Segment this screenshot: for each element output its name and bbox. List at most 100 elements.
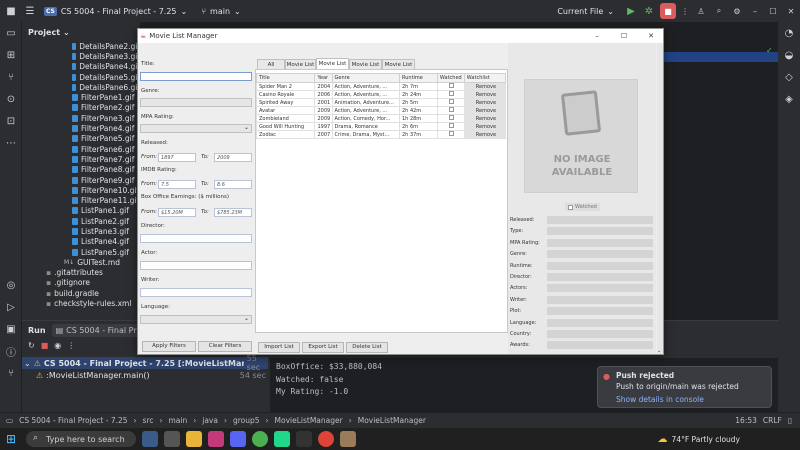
pycharm-icon[interactable] (274, 431, 290, 447)
database-icon[interactable]: ◒ (778, 44, 800, 66)
director-input[interactable] (140, 234, 252, 243)
imdb-from-input[interactable]: 7.5 (158, 180, 196, 189)
watched-toggle[interactable]: Watched (565, 203, 600, 211)
box-to-input[interactable]: $785.23M (214, 208, 252, 217)
tab-movie-list-2[interactable]: Movie List 2 (316, 58, 349, 77)
taskbar-search[interactable]: ⌕ Type here to search (26, 431, 136, 447)
remove-button[interactable]: Remove (463, 130, 507, 139)
table-row[interactable]: Zodiac 2007 Crime, Drama, Myst... 2h 37m Rem… (255, 130, 507, 139)
genre-select[interactable] (140, 98, 252, 107)
clear-filters-button[interactable]: Clear Filters (198, 341, 252, 352)
scroll-down-icon[interactable]: ⌄ (657, 348, 661, 354)
export-list-button[interactable]: Export List (302, 342, 344, 353)
tab-movie-list-1[interactable]: Movie List 1 (285, 59, 316, 78)
file-explorer-icon[interactable] (186, 431, 202, 447)
java-app-icon[interactable] (340, 431, 356, 447)
run-tab[interactable]: Run (28, 326, 46, 335)
file-item[interactable]: FilterPane11.gif (72, 195, 140, 205)
delete-list-button[interactable]: Delete List (346, 342, 388, 353)
table-row[interactable]: Good Will Hunting 1997 Drama, Romance 2h 6m… (255, 122, 507, 131)
remove-button[interactable]: Remove (463, 90, 507, 99)
box-from-input[interactable]: $15.20M (158, 208, 196, 217)
mpa-select[interactable]: ⌄ (140, 124, 252, 133)
breadcrumb-3[interactable]: java (202, 416, 218, 425)
notifications-icon[interactable]: ◔ (778, 22, 800, 44)
tab-all-movies[interactable]: All Movies (257, 59, 285, 78)
git-icon[interactable]: ⑂ (0, 362, 22, 384)
notification-link[interactable]: Show details in console (616, 395, 765, 404)
plugins-icon[interactable]: ⊡ (0, 110, 22, 132)
breadcrumb-2[interactable]: main (169, 416, 188, 425)
file-item[interactable]: ListPane1.gif (72, 206, 140, 216)
minimize-icon[interactable]: – (585, 32, 609, 40)
ai-assistant-icon[interactable]: ◈ (778, 88, 800, 110)
window-scrollbar[interactable]: ⌄ (657, 43, 663, 354)
file-item[interactable]: ▪ checkstyle-rules.xml (46, 298, 140, 308)
file-item[interactable]: ▪ .gitattributes (46, 268, 140, 278)
breadcrumb-6[interactable]: MovieListManager (358, 416, 426, 425)
language-select[interactable]: ⌄ (140, 315, 252, 324)
chrome-icon[interactable] (252, 431, 268, 447)
remove-button[interactable]: Remove (463, 122, 507, 131)
title-input[interactable] (140, 72, 252, 81)
inspection-check-icon[interactable]: ✓ (766, 46, 773, 55)
tab-movie-list-4[interactable]: Movie List 4 (382, 59, 415, 78)
more-icon[interactable]: ⋮ (67, 341, 75, 355)
cursor-position[interactable]: 16:53 (735, 416, 757, 425)
close-icon[interactable]: ✕ (639, 32, 663, 40)
column-header[interactable]: Watchlist (463, 73, 507, 83)
discord-icon[interactable] (230, 431, 246, 447)
terminal-app-icon[interactable] (296, 431, 312, 447)
maximize-icon[interactable]: ☐ (764, 7, 782, 16)
breadcrumb-0[interactable]: CS 5004 - Final Project - 7.25 (19, 416, 127, 425)
view-icon[interactable]: ◉ (54, 341, 61, 355)
chrome-profile-icon[interactable] (318, 431, 334, 447)
close-icon[interactable]: ✕ (782, 7, 800, 16)
watched-checkbox[interactable] (568, 204, 573, 210)
file-item[interactable]: DetailsPane4.gif (72, 62, 140, 72)
windows-logo-icon[interactable]: ■ (0, 6, 22, 17)
table-row[interactable]: Spirited Away 2001 Animation, Adventure...… (255, 98, 507, 107)
column-header[interactable]: Runtime (399, 73, 438, 83)
search-icon[interactable]: ⌕ (710, 6, 728, 16)
table-row[interactable]: Casino Royale 2006 Action, Adventure, ... 2… (255, 90, 507, 99)
stop-icon[interactable]: ■ (41, 341, 49, 355)
file-item[interactable]: FilterPane5.gif (72, 134, 140, 144)
watched-checkbox[interactable] (449, 123, 455, 128)
branch-widget[interactable]: ⑂ main ⌄ (201, 7, 241, 16)
line-ending[interactable]: CRLF (763, 416, 782, 425)
run-config-widget[interactable]: Current File ⌄ (557, 7, 614, 16)
file-item[interactable]: ▪ build.gradle (46, 288, 140, 298)
file-item[interactable]: DetailsPane3.gif (72, 51, 140, 61)
writer-input[interactable] (140, 288, 252, 297)
memory-indicator-icon[interactable]: ▯ (788, 416, 792, 425)
released-from-input[interactable]: 1897 (158, 153, 196, 162)
more-icon[interactable]: ⋯ (0, 132, 22, 154)
file-item[interactable]: DetailsPane2.gif (72, 41, 140, 51)
file-item[interactable]: ▪ .gitignore (46, 278, 140, 288)
structure-icon[interactable]: ⊞ (0, 44, 22, 66)
actor-input[interactable] (140, 261, 252, 270)
tab-movie-list-3[interactable]: Movie List 3 (349, 59, 382, 78)
file-item[interactable]: ListPane4.gif (72, 237, 140, 247)
table-row[interactable]: Avatar 2009 Action, Adventure, ... 2h 42m Re… (255, 106, 507, 115)
add-user-icon[interactable]: ♙ (692, 7, 710, 16)
remove-button[interactable]: Remove (463, 98, 507, 107)
file-item[interactable]: DetailsPane6.gif (72, 82, 140, 92)
services-icon[interactable]: ◎ (0, 274, 22, 296)
project-panel-header[interactable]: Project ⌄ (22, 22, 140, 42)
breadcrumb-1[interactable]: src (143, 416, 154, 425)
vcs-icon[interactable]: ⊙ (0, 88, 22, 110)
gradle-icon[interactable]: ◇ (778, 66, 800, 88)
file-item[interactable]: ListPane3.gif (72, 226, 140, 236)
file-item[interactable]: FilterPane6.gif (72, 144, 140, 154)
watched-checkbox[interactable] (449, 99, 455, 104)
file-item[interactable]: FilterPane2.gif (72, 103, 140, 113)
imdb-to-input[interactable]: 8.6 (214, 180, 252, 189)
file-item[interactable]: ListPane5.gif (72, 247, 140, 257)
windows-start-icon[interactable]: ⊞ (6, 432, 16, 446)
remove-button[interactable]: Remove (463, 114, 507, 123)
file-item[interactable]: FilterPane4.gif (72, 123, 140, 133)
remove-button[interactable]: Remove (463, 82, 507, 91)
import-list-button[interactable]: Import List (258, 342, 300, 353)
